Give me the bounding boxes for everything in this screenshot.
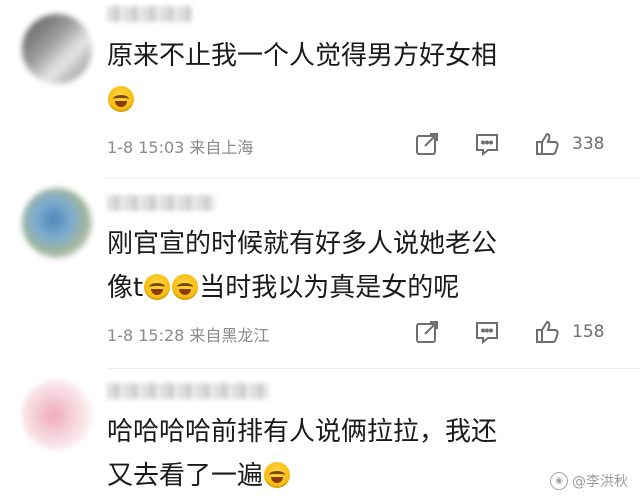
comment-item: 刚官宣的时候就有好多人说她老公 像t 当时我以为真是女的呢 1-8 15:28 来… [0,178,640,368]
share-button[interactable] [414,319,440,345]
comment-actions: 158 [400,319,640,345]
avatar[interactable] [22,188,92,258]
like-button[interactable] [534,319,560,345]
comment-item: 原来不止我一个人觉得男方好女相 1-8 15:03 来自上海 338 [0,0,640,178]
comment-meta: 1-8 15:28 来自黑龙江 [107,322,269,346]
like-count: 158 [572,322,605,342]
comment-icon [476,134,498,157]
comment-line-1: 原来不止我一个人觉得男方好女相 [107,41,498,71]
comment-line-1: 哈哈哈哈前排有人说俩拉拉，我还 [107,417,498,447]
laugh-cry-emoji-icon [108,86,134,112]
username-redacted[interactable] [107,6,191,22]
reply-button[interactable] [474,131,500,157]
comment-line-2-start: 像t [107,273,144,303]
comment-meta: 1-8 15:03 来自上海 [107,134,253,158]
username-redacted[interactable] [107,195,215,211]
avatar[interactable] [22,14,92,84]
comment-text: 哈哈哈哈前排有人说俩拉拉，我还 又去看了一遍 [107,410,607,498]
comment-location: 来自上海 [189,138,254,157]
avatar[interactable] [22,380,92,450]
comment-icon [476,322,498,345]
comment-line-1: 刚官宣的时候就有好多人说她老公 [107,229,498,259]
share-button[interactable] [414,131,440,157]
share-icon [416,321,438,343]
like-button[interactable] [534,131,560,157]
comment-date: 1-8 15:03 [107,138,185,157]
reply-button[interactable] [474,319,500,345]
laugh-emoji-icon [264,462,291,488]
laugh-cry-emoji-icon [144,274,171,300]
comment-line-2: 又去看了一遍 [107,461,264,491]
comment-item: 哈哈哈哈前排有人说俩拉拉，我还 又去看了一遍 [0,368,640,503]
comment-text: 原来不止我一个人觉得男方好女相 [107,34,607,122]
comment-actions: 338 [400,131,640,157]
comment-line-2-end: 当时我以为真是女的呢 [199,273,460,303]
watermark: ◉ @李洪秋 [550,471,628,491]
comment-text: 刚官宣的时候就有好多人说她老公 像t 当时我以为真是女的呢 [107,222,607,310]
watermark-logo-icon: ◉ [550,472,568,490]
share-icon [416,133,438,155]
username-redacted[interactable] [107,383,269,399]
watermark-text: @李洪秋 [572,474,628,490]
comment-date: 1-8 15:28 [107,326,185,345]
laugh-cry-emoji-icon [172,274,199,300]
thumbs-up-icon [536,132,559,155]
thumbs-up-icon [536,320,559,343]
comment-location: 来自黑龙江 [189,326,270,345]
like-count: 338 [572,134,605,154]
